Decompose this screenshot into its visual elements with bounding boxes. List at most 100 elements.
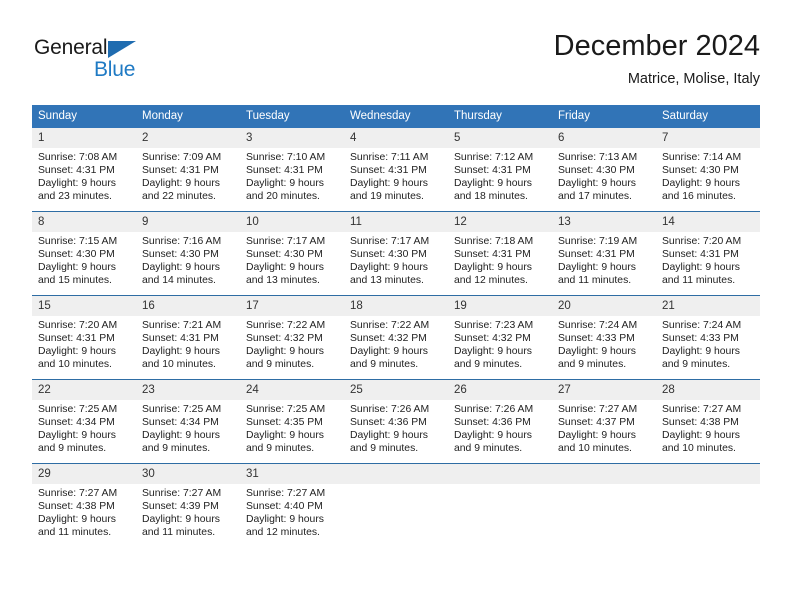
- sunset-text: Sunset: 4:31 PM: [142, 333, 219, 345]
- sunrise-text: Sunrise: 7:23 AM: [454, 320, 534, 331]
- triangle-icon: [108, 41, 136, 58]
- daylight-text-line1: Daylight: 9 hours: [142, 178, 220, 190]
- calendar-day-cell[interactable]: 8 Sunrise: 7:15 AM Sunset: 4:30 PM Daylight…: [32, 211, 136, 296]
- calendar-day-cell[interactable]: 1 Sunrise: 7:08 AM Sunset: 4:31 PM Daylight…: [32, 128, 136, 212]
- calendar-day-cell[interactable]: 6 Sunrise: 7:13 AM Sunset: 4:30 PM Daylight…: [552, 128, 656, 212]
- calendar-table: Sunday Monday Tuesday Wednesday Thursday…: [32, 105, 760, 547]
- day-details: Sunrise: 7:14 AM Sunset: 4:30 PM Daylight:…: [656, 148, 760, 203]
- daylight-text-line1: Daylight: 9 hours: [38, 346, 116, 358]
- calendar-day-cell[interactable]: 23 Sunrise: 7:25 AM Sunset: 4:34 PM Dayligh…: [136, 379, 240, 464]
- sunrise-text: Sunrise: 7:19 AM: [558, 236, 638, 247]
- calendar-day-cell[interactable]: 20 Sunrise: 7:24 AM Sunset: 4:33 PM Dayligh…: [552, 295, 656, 380]
- calendar-week-row: 15 Sunrise: 7:20 AM Sunset: 4:31 PM Dayligh…: [32, 295, 760, 380]
- calendar-day-cell[interactable]: 21 Sunrise: 7:24 AM Sunset: 4:33 PM Dayligh…: [656, 295, 760, 380]
- day-number: 16: [136, 296, 240, 316]
- weekday-header-tuesday: Tuesday: [240, 105, 344, 128]
- calendar-day-cell[interactable]: 18 Sunrise: 7:22 AM Sunset: 4:32 PM Dayligh…: [344, 295, 448, 380]
- calendar-day-cell[interactable]: 31 Sunrise: 7:27 AM Sunset: 4:40 PM Dayligh…: [240, 463, 344, 547]
- sunrise-text: Sunrise: 7:17 AM: [350, 236, 430, 247]
- day-details: Sunrise: 7:09 AM Sunset: 4:31 PM Daylight:…: [136, 148, 240, 203]
- sunset-text: Sunset: 4:30 PM: [142, 249, 219, 261]
- sunset-text: Sunset: 4:33 PM: [558, 333, 635, 345]
- sunrise-text: Sunrise: 7:25 AM: [142, 404, 222, 415]
- calendar-day-cell[interactable]: 16 Sunrise: 7:21 AM Sunset: 4:31 PM Dayligh…: [136, 295, 240, 380]
- day-details: Sunrise: 7:22 AM Sunset: 4:32 PM Daylight:…: [240, 316, 344, 371]
- calendar-day-cell[interactable]: 30 Sunrise: 7:27 AM Sunset: 4:39 PM Dayligh…: [136, 463, 240, 547]
- calendar-day-cell[interactable]: 24 Sunrise: 7:25 AM Sunset: 4:35 PM Dayligh…: [240, 379, 344, 464]
- calendar-day-cell[interactable]: 27 Sunrise: 7:27 AM Sunset: 4:37 PM Dayligh…: [552, 379, 656, 464]
- day-number: 2: [136, 128, 240, 148]
- calendar-day-cell[interactable]: 7 Sunrise: 7:14 AM Sunset: 4:30 PM Daylight…: [656, 128, 760, 212]
- daylight-text-line1: Daylight: 9 hours: [350, 262, 428, 274]
- day-number: 31: [240, 464, 344, 484]
- sunset-text: Sunset: 4:30 PM: [662, 165, 739, 177]
- daylight-text-line1: Daylight: 9 hours: [38, 262, 116, 274]
- daylight-text-line2: and 11 minutes.: [38, 527, 112, 539]
- calendar-day-cell[interactable]: 4 Sunrise: 7:11 AM Sunset: 4:31 PM Daylight…: [344, 128, 448, 212]
- calendar-day-cell[interactable]: 2 Sunrise: 7:09 AM Sunset: 4:31 PM Daylight…: [136, 128, 240, 212]
- weekday-header-thursday: Thursday: [448, 105, 552, 128]
- daylight-text-line1: Daylight: 9 hours: [38, 178, 116, 190]
- general-blue-logo[interactable]: General Blue: [34, 36, 254, 92]
- daylight-text-line2: and 12 minutes.: [246, 527, 320, 539]
- day-number: 13: [552, 212, 656, 232]
- sunset-text: Sunset: 4:30 PM: [246, 249, 323, 261]
- daylight-text-line2: and 10 minutes.: [142, 359, 216, 371]
- calendar-day-cell[interactable]: 22 Sunrise: 7:25 AM Sunset: 4:34 PM Dayligh…: [32, 379, 136, 464]
- day-number: 10: [240, 212, 344, 232]
- day-number: [552, 464, 656, 484]
- calendar-day-cell[interactable]: 14 Sunrise: 7:20 AM Sunset: 4:31 PM Dayligh…: [656, 211, 760, 296]
- daylight-text-line1: Daylight: 9 hours: [350, 178, 428, 190]
- sunset-text: Sunset: 4:31 PM: [38, 165, 115, 177]
- daylight-text-line2: and 22 minutes.: [142, 191, 216, 203]
- day-number: 5: [448, 128, 552, 148]
- logo-text-general: General: [34, 36, 108, 59]
- sunrise-text: Sunrise: 7:27 AM: [246, 488, 326, 499]
- day-details: Sunrise: 7:25 AM Sunset: 4:34 PM Daylight:…: [32, 400, 136, 455]
- day-details: Sunrise: 7:13 AM Sunset: 4:30 PM Daylight:…: [552, 148, 656, 203]
- sunrise-text: Sunrise: 7:18 AM: [454, 236, 534, 247]
- daylight-text-line2: and 19 minutes.: [350, 191, 424, 203]
- daylight-text-line2: and 9 minutes.: [142, 443, 211, 455]
- calendar-week-row: 1 Sunrise: 7:08 AM Sunset: 4:31 PM Daylight…: [32, 128, 760, 212]
- day-number: 27: [552, 380, 656, 400]
- sunrise-text: Sunrise: 7:27 AM: [142, 488, 222, 499]
- sunrise-text: Sunrise: 7:26 AM: [350, 404, 430, 415]
- sunset-text: Sunset: 4:31 PM: [38, 333, 115, 345]
- day-number: 12: [448, 212, 552, 232]
- day-details: Sunrise: 7:26 AM Sunset: 4:36 PM Daylight:…: [448, 400, 552, 455]
- day-details: Sunrise: 7:27 AM Sunset: 4:37 PM Daylight:…: [552, 400, 656, 455]
- day-number: 9: [136, 212, 240, 232]
- sunrise-text: Sunrise: 7:20 AM: [38, 320, 118, 331]
- calendar-day-cell[interactable]: 12 Sunrise: 7:18 AM Sunset: 4:31 PM Dayligh…: [448, 211, 552, 296]
- daylight-text-line1: Daylight: 9 hours: [454, 178, 532, 190]
- calendar-day-cell[interactable]: 11 Sunrise: 7:17 AM Sunset: 4:30 PM Dayligh…: [344, 211, 448, 296]
- calendar-day-cell[interactable]: 28 Sunrise: 7:27 AM Sunset: 4:38 PM Dayligh…: [656, 379, 760, 464]
- day-details: Sunrise: 7:27 AM Sunset: 4:40 PM Daylight:…: [240, 484, 344, 539]
- calendar-day-cell[interactable]: 29 Sunrise: 7:27 AM Sunset: 4:38 PM Dayligh…: [32, 463, 136, 547]
- day-number: 14: [656, 212, 760, 232]
- calendar-day-cell[interactable]: 19 Sunrise: 7:23 AM Sunset: 4:32 PM Dayligh…: [448, 295, 552, 380]
- day-details: Sunrise: 7:27 AM Sunset: 4:38 PM Daylight:…: [32, 484, 136, 539]
- sunset-text: Sunset: 4:31 PM: [454, 165, 531, 177]
- daylight-text-line1: Daylight: 9 hours: [142, 430, 220, 442]
- calendar-day-cell[interactable]: 9 Sunrise: 7:16 AM Sunset: 4:30 PM Daylight…: [136, 211, 240, 296]
- calendar-day-cell[interactable]: 15 Sunrise: 7:20 AM Sunset: 4:31 PM Dayligh…: [32, 295, 136, 380]
- day-details: Sunrise: 7:26 AM Sunset: 4:36 PM Daylight:…: [344, 400, 448, 455]
- calendar-day-cell[interactable]: 3 Sunrise: 7:10 AM Sunset: 4:31 PM Daylight…: [240, 128, 344, 212]
- calendar-day-cell[interactable]: 26 Sunrise: 7:26 AM Sunset: 4:36 PM Dayligh…: [448, 379, 552, 464]
- day-details: Sunrise: 7:20 AM Sunset: 4:31 PM Daylight:…: [656, 232, 760, 287]
- calendar-day-cell[interactable]: 10 Sunrise: 7:17 AM Sunset: 4:30 PM Dayligh…: [240, 211, 344, 296]
- calendar-day-cell[interactable]: 5 Sunrise: 7:12 AM Sunset: 4:31 PM Daylight…: [448, 128, 552, 212]
- day-details: Sunrise: 7:17 AM Sunset: 4:30 PM Daylight:…: [344, 232, 448, 287]
- day-details: Sunrise: 7:19 AM Sunset: 4:31 PM Daylight:…: [552, 232, 656, 287]
- sunset-text: Sunset: 4:31 PM: [142, 165, 219, 177]
- sunset-text: Sunset: 4:38 PM: [38, 501, 115, 513]
- calendar-week-row: 22 Sunrise: 7:25 AM Sunset: 4:34 PM Dayligh…: [32, 379, 760, 464]
- calendar-day-cell[interactable]: 13 Sunrise: 7:19 AM Sunset: 4:31 PM Dayligh…: [552, 211, 656, 296]
- page-title: December 2024: [553, 30, 760, 62]
- daylight-text-line1: Daylight: 9 hours: [142, 346, 220, 358]
- calendar-day-cell-empty: [344, 463, 448, 547]
- calendar-day-cell[interactable]: 25 Sunrise: 7:26 AM Sunset: 4:36 PM Dayligh…: [344, 379, 448, 464]
- calendar-day-cell[interactable]: 17 Sunrise: 7:22 AM Sunset: 4:32 PM Dayligh…: [240, 295, 344, 380]
